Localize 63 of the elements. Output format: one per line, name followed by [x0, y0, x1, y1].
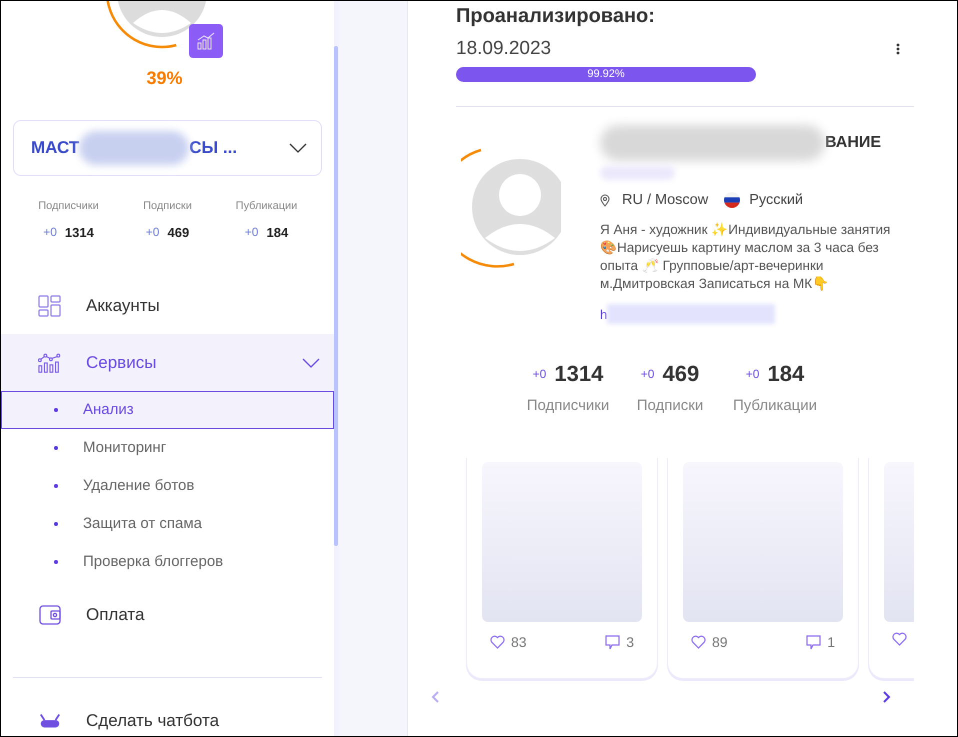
chevron-down-icon[interactable] [289, 143, 307, 153]
comment-icon [605, 634, 620, 650]
progress-label: 99.92% [586, 66, 626, 82]
heart-icon [892, 632, 907, 646]
profile-link[interactable]: h [600, 304, 608, 324]
stat-delta: +0 [43, 224, 57, 242]
stat-value: 1314 [64, 224, 94, 242]
location-text: RU / Moscow [622, 190, 708, 210]
robot-icon [38, 714, 62, 728]
grid-icon [38, 294, 62, 316]
profile-bio: Я Аня - художник ✨Индивидуальные занятия 🎨Нарисуешь картину маслом за 3 часа без опыта 🥂 Групповые/арт-вечеринки м.Дмитровская Записаться на МК👇 [600, 221, 892, 294]
nav-item[interactable]: Аккаунты [1, 277, 334, 334]
likes-count: 83 [511, 632, 527, 652]
more-options-icon[interactable] [896, 43, 900, 56]
bullet-icon [54, 408, 58, 412]
bullet-icon [54, 484, 58, 488]
stat-delta: +0 [244, 224, 258, 242]
stat-value: 469 [662, 363, 700, 386]
account-name: МАСТ [31, 137, 80, 160]
nav-item[interactable]: Сделать чатбота [1, 706, 334, 736]
stat-value: 184 [266, 224, 288, 242]
stat-delta: +0 [640, 366, 654, 384]
submenu-item[interactable]: Проверка блоггеров [1, 543, 334, 581]
heart-icon [691, 635, 706, 650]
comments-count: 1 [827, 632, 835, 652]
bullet-icon [54, 446, 58, 450]
account-name: СЫ ... [189, 137, 238, 160]
stat-label: Подписки [143, 199, 192, 214]
profile-name: ВАНИЕ [825, 132, 882, 152]
analysis-title: Проанализировано: [456, 4, 656, 29]
bullet-icon [54, 560, 58, 564]
stat-value: 469 [167, 224, 190, 242]
stat-label: Подписчики [38, 199, 99, 214]
stat-label: Подписки [636, 396, 704, 416]
chart-badge-icon[interactable] [189, 24, 223, 58]
stat-label: Подписчики [526, 396, 610, 416]
stat-delta: +0 [146, 224, 160, 242]
chart-icon [38, 352, 62, 374]
russia-flag-icon [724, 192, 740, 208]
stat-value: 1314 [554, 363, 604, 386]
bullet-icon [54, 522, 58, 526]
language-text: Русский [749, 190, 804, 210]
nav-item[interactable]: Оплата [1, 586, 334, 643]
submenu-item[interactable]: Удаление ботов [1, 467, 334, 505]
submenu-item[interactable]: Анализ [1, 391, 334, 429]
stat-delta: +0 [532, 366, 546, 384]
submenu-item[interactable]: Защита от спама [1, 505, 334, 543]
submenu-item[interactable]: Мониторинг [1, 429, 334, 467]
comment-icon [806, 634, 822, 650]
stat-label: Публикации [236, 199, 298, 214]
scrollbar-thumb[interactable] [334, 46, 338, 546]
stat-delta: +0 [746, 366, 760, 384]
account-selector[interactable]: МАСТ СЫ ... [13, 120, 322, 176]
heart-icon [490, 635, 505, 650]
stat-value: 184 [767, 363, 804, 386]
stat-label: Публикации [732, 396, 818, 416]
analysis-date: 18.09.2023 [456, 37, 552, 61]
comments-count: 3 [626, 632, 634, 652]
location-pin-icon [600, 194, 610, 207]
likes-count: 89 [712, 632, 728, 652]
score-percent: 39% [145, 69, 184, 87]
wallet-icon [38, 604, 62, 624]
nav-item[interactable]: Сервисы [1, 334, 334, 391]
